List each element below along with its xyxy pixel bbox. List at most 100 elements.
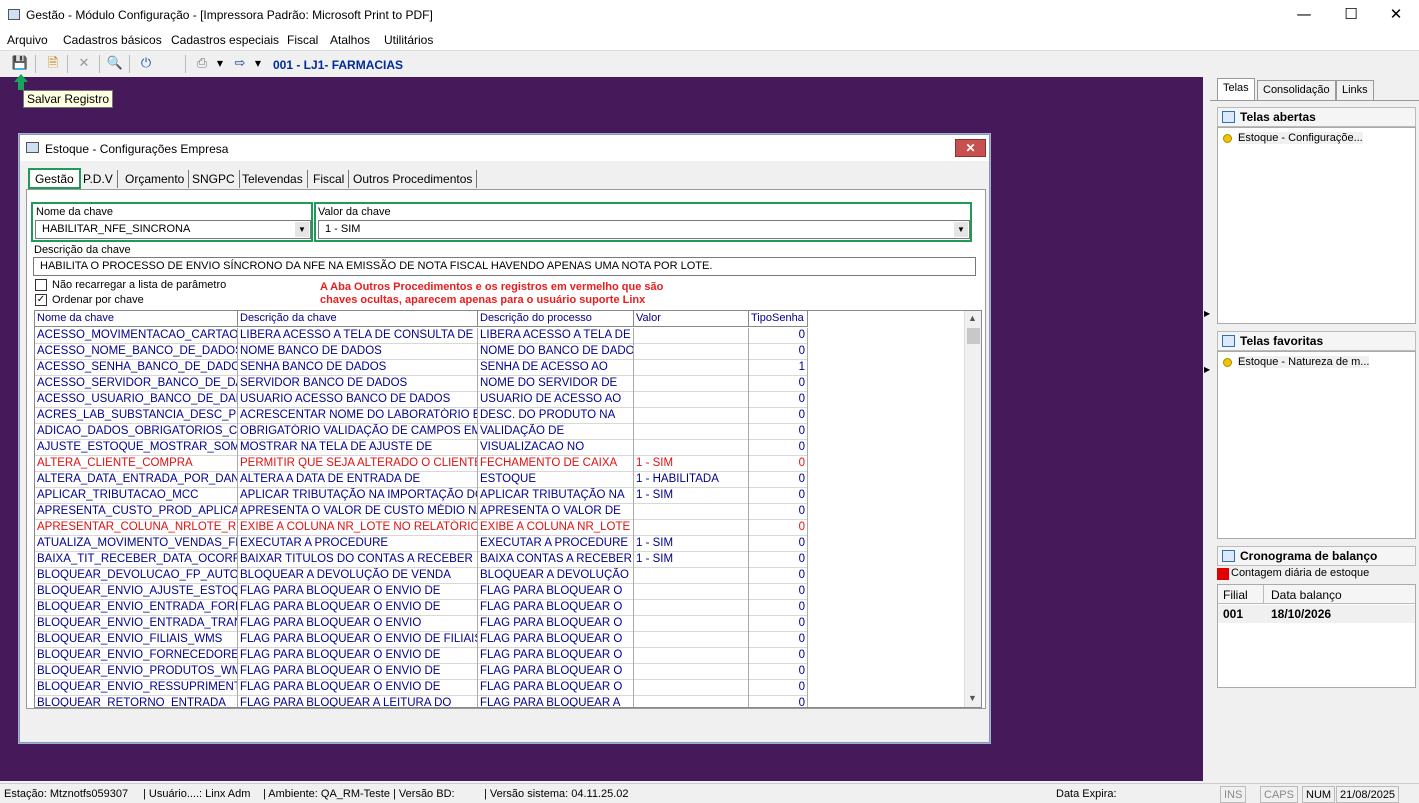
tab-sngpc[interactable]: SNGPC [188,170,240,188]
scroll-thumb[interactable] [967,328,980,344]
splitter[interactable]: ▶ ▶ [1203,77,1210,781]
table-row[interactable]: ADICAO_DADOS_OBRIGATORIOS_CAD OBRIGATÓRIO… [35,424,808,440]
power-icon[interactable]: ⏻ [136,55,156,73]
table-row[interactable]: AJUSTE_ESTOQUE_MOSTRAR_SOME MOSTRAR NA TE… [35,440,808,456]
close-button[interactable]: ✕ [1373,0,1419,30]
tab-telas[interactable]: Telas [1217,78,1255,100]
key-value-combo[interactable]: 1 - SIM ▼ [318,220,970,239]
menu-arquivo[interactable]: Arquivo [7,33,48,47]
favorite-item[interactable]: Estoque - Natureza de m... [1238,356,1370,368]
tab-orcamento[interactable]: Orçamento [121,170,190,188]
save-icon[interactable]: 💾 [10,55,30,73]
table-row[interactable]: BLOQUEAR_RETORNO_ENTRADA FLAG PARA BLOQUE… [35,696,808,707]
table-row[interactable]: ATUALIZA_MOVIMENTO_VENDAS_FEC EXECUTAR A … [35,536,808,552]
key-name-combo[interactable]: HABILITAR_NFE_SINCRONA ▼ [35,220,311,239]
table-row[interactable]: BAIXA_TIT_RECEBER_DATA_OCORRE BAIXAR TITU… [35,552,808,568]
tab-gestao[interactable]: Gestão [28,168,81,189]
tab-televendas[interactable]: Televendas [238,170,308,188]
status-estacao: Estação: Mtznotfs059307 [4,788,129,800]
table-row[interactable]: ACESSO_SENHA_BANCO_DE_DADOS SENHA BANCO D… [35,360,808,376]
chevron-down-icon[interactable]: ▼ [248,55,268,73]
col-header-process-desc[interactable]: Descrição do processo [478,311,634,327]
table-row[interactable]: ALTERA_DATA_ENTRADA_POR_DANF ALTERA A DAT… [35,472,808,488]
cell-process-desc: FLAG PARA BLOQUEAR O [478,680,634,696]
table-row[interactable]: BLOQUEAR_ENVIO_FILIAIS_WMS FLAG PARA BLOQ… [35,632,808,648]
table-row[interactable]: ACESSO_USUARIO_BANCO_DE_DADC USUARIO ACES… [35,392,808,408]
print-icon[interactable]: ⎙ [192,55,212,73]
tab-consolidacao[interactable]: Consolidação [1257,80,1336,100]
menu-fiscal[interactable]: Fiscal [287,33,318,47]
search-icon[interactable]: 🔍 [105,55,125,73]
col-header-value[interactable]: Valor [634,311,749,327]
windows-icon [1222,335,1235,347]
new-record-icon[interactable]: 🗎 [43,55,63,73]
table-row[interactable]: BLOQUEAR_ENVIO_PRODUTOS_WMS FLAG PARA BLO… [35,664,808,680]
chevron-down-icon[interactable]: ▼ [954,222,968,237]
windows-icon [1222,550,1235,562]
col-header-key-name[interactable]: Nome da chave [35,311,238,327]
menu-utilitarios[interactable]: Utilitários [384,33,433,47]
table-row[interactable]: BLOQUEAR_ENVIO_RESSUPRIMENTC FLAG PARA BL… [35,680,808,696]
menu-cadastros-especiais[interactable]: Cadastros especiais [171,33,279,47]
cell-value [634,520,749,536]
reload-checkbox[interactable] [35,279,47,291]
table-row[interactable]: APRESENTA_CUSTO_PROD_APLICAC APRESENTA O … [35,504,808,520]
cell-key-name: BLOQUEAR_ENVIO_AJUSTE_ESTOQU [35,584,238,600]
scroll-up-icon[interactable]: ▲ [968,313,977,323]
cell-key-name: ACESSO_MOVIMENTACAO_CARTAO_M [35,328,238,344]
cron-row[interactable]: 001 18/10/2026 [1218,605,1415,623]
cell-value [634,600,749,616]
description-field[interactable]: HABILITA O PROCESSO DE ENVIO SÍNCRONO DA… [33,257,976,276]
cell-key-name: BLOQUEAR_ENVIO_FORNECEDORES_ [35,648,238,664]
table-row[interactable]: BLOQUEAR_ENVIO_AJUSTE_ESTOQU FLAG PARA BL… [35,584,808,600]
table-row[interactable]: ACESSO_NOME_BANCO_DE_DADOS NOME BANCO DE … [35,344,808,360]
status-ambiente: | Ambiente: QA_RM-Teste | Versão BD: [263,788,455,800]
col-header-key-desc[interactable]: Descrição da chave [238,311,478,327]
menu-cadastros-basicos[interactable]: Cadastros básicos [63,33,162,47]
scroll-down-icon[interactable]: ▼ [968,693,977,703]
table-row[interactable]: BLOQUEAR_DEVOLUCAO_FP_AUTORI BLOQUEAR A D… [35,568,808,584]
cell-key-name: BLOQUEAR_DEVOLUCAO_FP_AUTORI [35,568,238,584]
open-screens-header: Telas abertas [1217,107,1416,127]
cell-key-desc: LIBERA ACESSO A TELA DE CONSULTA DE [238,328,478,344]
cell-key-name: ALTERA_CLIENTE_COMPRA [35,456,238,472]
tab-fiscal[interactable]: Fiscal [309,170,350,188]
cron-table: Filial Data balanço 001 18/10/2026 [1217,584,1416,688]
table-row[interactable]: APLICAR_TRIBUTACAO_MCC APLICAR TRIBUTAÇÃO… [35,488,808,504]
maximize-button[interactable]: ☐ [1328,0,1374,30]
table-row[interactable]: BLOQUEAR_ENVIO_FORNECEDORES_ FLAG PARA BL… [35,648,808,664]
table-row[interactable]: APRESENTAR_COLUNA_NRLOTE_REI EXIBE A COLU… [35,520,808,536]
table-row[interactable]: BLOQUEAR_ENVIO_ENTRADA_TRANS FLAG PARA BL… [35,616,808,632]
cell-password-type: 0 [749,392,808,408]
toolbar-separator [67,55,68,73]
table-row[interactable]: ACESSO_SERVIDOR_BANCO_DE_DAD SERVIDOR BAN… [35,376,808,392]
delete-icon[interactable]: ✕ [74,55,94,73]
cell-password-type: 0 [749,632,808,648]
cell-key-name: ACRES_LAB_SUBSTANCIA_DESC_PRC [35,408,238,424]
export-icon[interactable]: ⇨ [230,55,250,73]
cell-key-name: AJUSTE_ESTOQUE_MOSTRAR_SOME [35,440,238,456]
chevron-down-icon[interactable]: ▼ [210,55,230,73]
vertical-scrollbar[interactable]: ▲ ▼ [964,311,981,707]
chevron-down-icon[interactable]: ▼ [295,222,309,237]
col-divider [1263,585,1264,604]
minimize-button[interactable]: — [1281,0,1327,30]
table-row[interactable]: ALTERA_CLIENTE_COMPRA PERMITIR QUE SEJA A… [35,456,808,472]
open-screen-item[interactable]: Estoque - Configuraçõe... [1238,132,1363,144]
tab-links[interactable]: Links [1336,80,1374,100]
table-row[interactable]: ACRES_LAB_SUBSTANCIA_DESC_PRC ACRESCENTAR… [35,408,808,424]
sort-checkbox[interactable]: ✓ [35,294,47,306]
cell-key-desc: BAIXAR TITULOS DO CONTAS A RECEBER [238,552,478,568]
cell-key-desc: BLOQUEAR A DEVOLUÇÃO DE VENDA [238,568,478,584]
tab-pdv[interactable]: P.D.V [79,170,118,188]
table-row[interactable]: ACESSO_MOVIMENTACAO_CARTAO_M LIBERA ACESS… [35,328,808,344]
menu-atalhos[interactable]: Atalhos [330,33,370,47]
close-icon[interactable]: ✕ [955,139,986,157]
cell-key-name: ATUALIZA_MOVIMENTO_VENDAS_FEC [35,536,238,552]
table-row[interactable]: BLOQUEAR_ENVIO_ENTRADA_FORNE FLAG PARA BL… [35,600,808,616]
cell-process-desc: FLAG PARA BLOQUEAR O [478,584,634,600]
toolbar-separator [35,55,36,73]
col-header-password-type[interactable]: TipoSenha [749,311,808,327]
tab-outros-procedimentos[interactable]: Outros Procedimentos [349,170,478,188]
cell-value: 1 - HABILITADA [634,472,749,488]
